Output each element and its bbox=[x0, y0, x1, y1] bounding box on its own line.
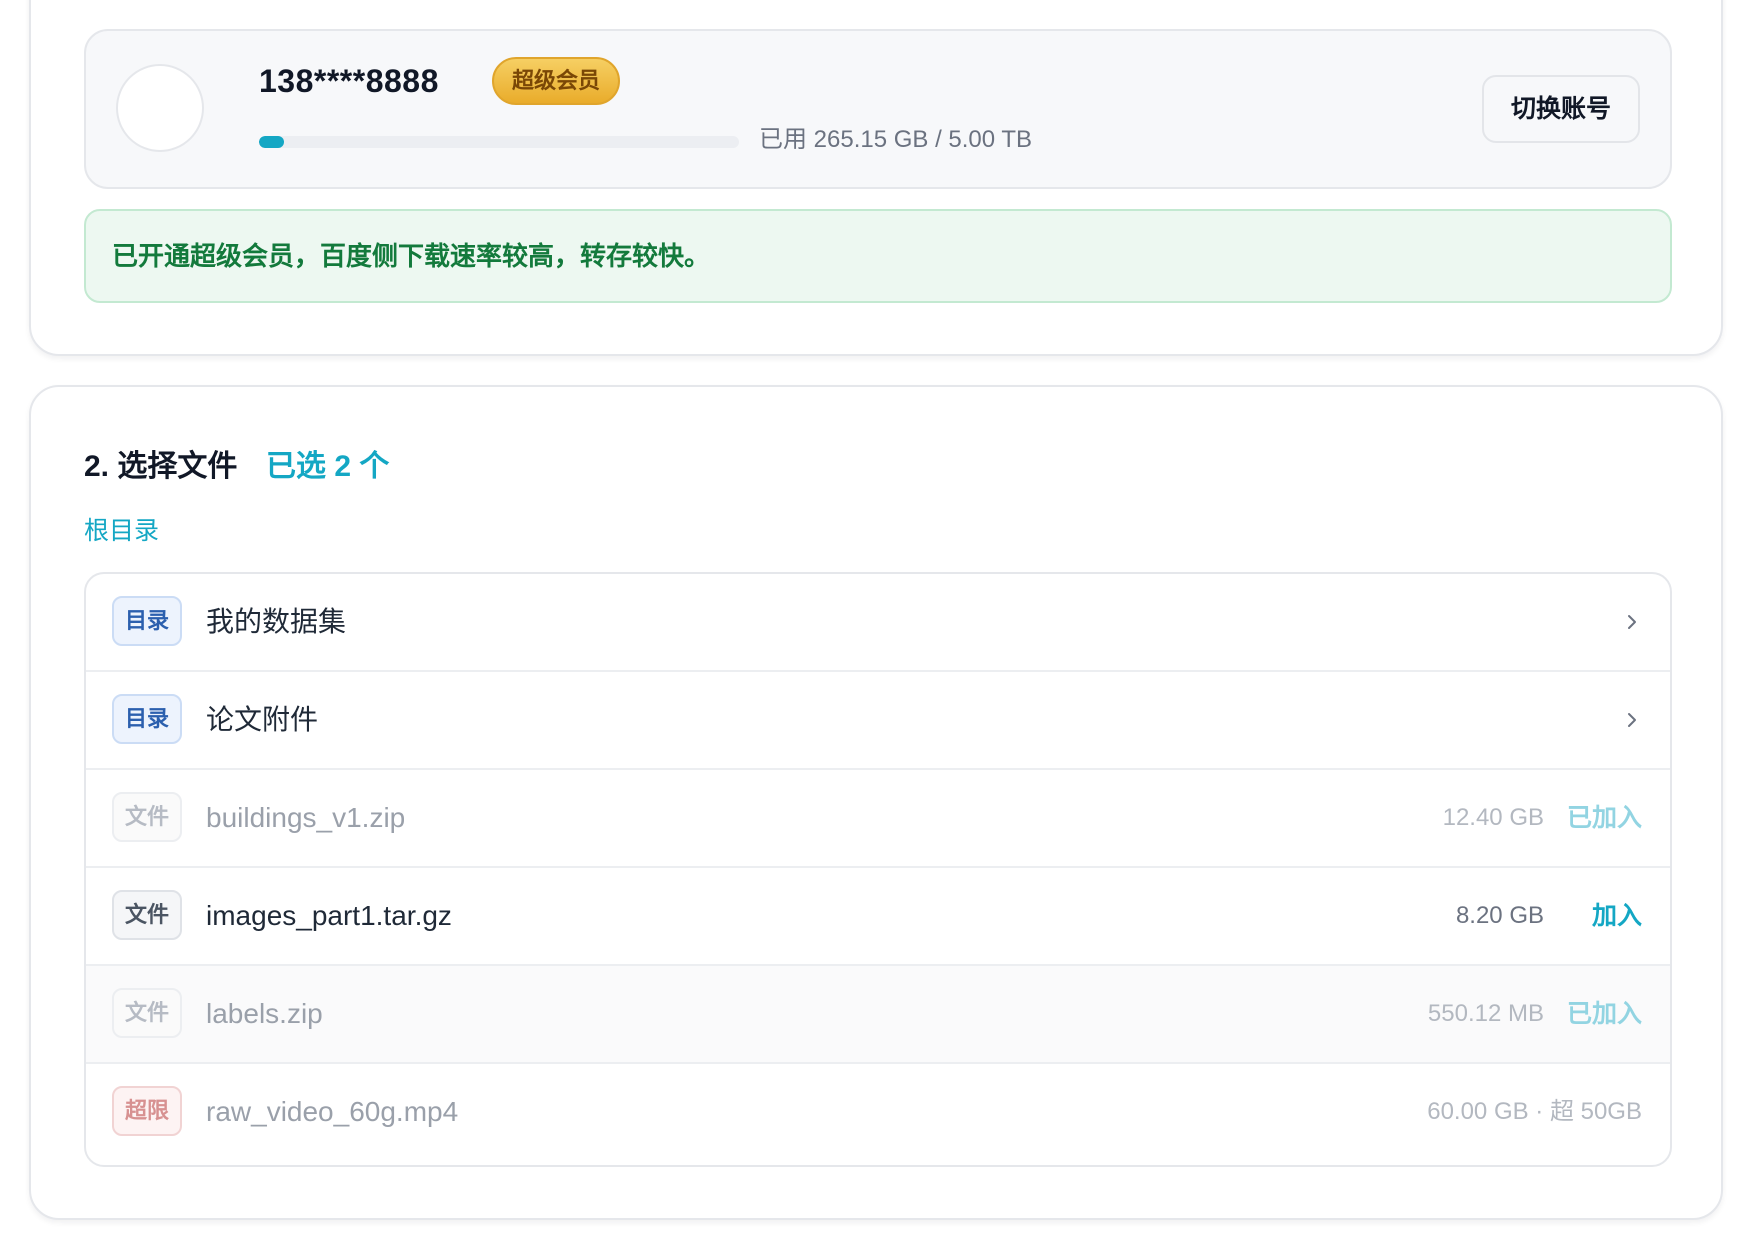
over-limit-tag: 超限 bbox=[112, 1086, 182, 1136]
file-tag: 文件 bbox=[112, 792, 182, 842]
directory-tag: 目录 bbox=[112, 596, 182, 646]
chevron-right-icon bbox=[1628, 713, 1636, 727]
directory-row[interactable]: 目录 我的数据集 bbox=[86, 574, 1670, 672]
account-panel: 138****8888 超级会员 已用 265.15 GB / 5.00 TB … bbox=[84, 29, 1672, 189]
file-row: 文件 labels.zip 550.12 MB 已加入 bbox=[86, 966, 1670, 1064]
vip-badge: 超级会员 bbox=[492, 57, 621, 105]
file-name: images_part1.tar.gz bbox=[206, 900, 452, 931]
selected-count: 已选 2 个 bbox=[266, 450, 390, 483]
section-title: 2. 选择文件 bbox=[84, 450, 238, 483]
file-tag: 文件 bbox=[112, 988, 182, 1038]
file-name: labels.zip bbox=[206, 998, 323, 1029]
directory-name: 论文附件 bbox=[206, 704, 319, 735]
chevron-right-icon bbox=[1628, 615, 1636, 629]
file-size-over-limit: 60.00 GB · 超 50GB bbox=[1427, 1098, 1642, 1125]
vip-notice: 已开通超级会员，百度侧下载速率较高，转存较快。 bbox=[84, 209, 1672, 303]
added-status: 已加入 bbox=[1566, 804, 1642, 832]
storage-progress-fill bbox=[259, 136, 284, 148]
switch-account-button[interactable]: 切换账号 bbox=[1482, 75, 1640, 143]
file-size: 12.40 GB bbox=[1442, 804, 1544, 831]
file-row-over-limit: 超限 raw_video_60g.mp4 60.00 GB · 超 50GB bbox=[86, 1064, 1670, 1162]
storage-usage-text: 已用 265.15 GB / 5.00 TB bbox=[759, 126, 1033, 153]
added-status: 已加入 bbox=[1566, 1000, 1642, 1028]
file-select-card: 2. 选择文件 已选 2 个 根目录 目录 我的数据集 目录 论文附件 文件 b… bbox=[29, 385, 1723, 1220]
file-name: raw_video_60g.mp4 bbox=[206, 1096, 459, 1127]
file-row: 文件 images_part1.tar.gz 8.20 GB 加入 bbox=[86, 868, 1670, 966]
account-card: 138****8888 超级会员 已用 265.15 GB / 5.00 TB … bbox=[29, 0, 1723, 356]
file-name: buildings_v1.zip bbox=[206, 802, 406, 833]
avatar bbox=[116, 64, 204, 152]
add-file-button[interactable]: 加入 bbox=[1592, 898, 1642, 934]
directory-row[interactable]: 目录 论文附件 bbox=[86, 672, 1670, 770]
file-row: 文件 buildings_v1.zip 12.40 GB 已加入 bbox=[86, 770, 1670, 868]
storage-progress-bar bbox=[259, 136, 739, 148]
file-tag: 文件 bbox=[112, 890, 182, 940]
file-list: 目录 我的数据集 目录 论文附件 文件 buildings_v1.zip 12.… bbox=[84, 572, 1672, 1167]
account-phone: 138****8888 bbox=[259, 63, 439, 99]
directory-name: 我的数据集 bbox=[206, 606, 347, 637]
breadcrumb-root[interactable]: 根目录 bbox=[84, 515, 159, 547]
directory-tag: 目录 bbox=[112, 694, 182, 744]
file-size: 550.12 MB bbox=[1427, 1000, 1544, 1027]
file-size: 8.20 GB bbox=[1455, 902, 1544, 929]
